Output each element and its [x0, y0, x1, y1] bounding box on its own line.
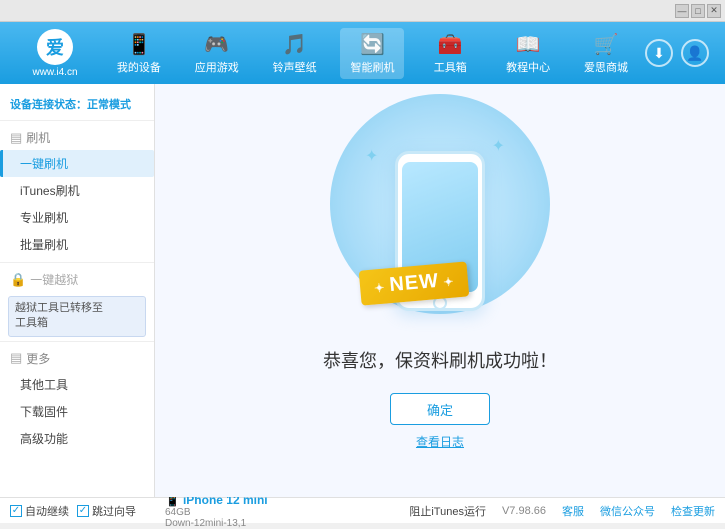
tutorial-icon: 📖: [516, 32, 541, 57]
bottom-left: ✓ 自动继续 ✓ 跳过向导: [10, 503, 165, 519]
sidebar-item-pro[interactable]: 专业刷机: [0, 204, 154, 231]
itunes-label: iTunes刷机: [20, 184, 80, 198]
onekey-label: 一键刷机: [20, 157, 68, 171]
ringtone-label: 铃声壁纸: [273, 59, 317, 75]
itunes-status: 阻止iTunes运行: [409, 503, 486, 519]
nav-right: ⬇ 👤: [645, 39, 709, 67]
device-info: 📱 iPhone 12 mini 64GB Down-12mini-13,1: [165, 493, 320, 529]
phone-illustration: ✦ ✦ ✦ NEW: [350, 131, 530, 331]
top-nav: 爱 www.i4.cn 📱 我的设备 🎮 应用游戏 🎵 铃声壁纸 🔄 智能刷机 …: [0, 22, 725, 84]
status-value: 正常模式: [87, 99, 131, 111]
logo-text: www.i4.cn: [32, 67, 77, 78]
jailbreak-section-title: 🔒 一键越狱: [0, 267, 154, 292]
advanced-label: 高级功能: [20, 432, 68, 446]
checkbox-auto[interactable]: ✓ 自动继续: [10, 503, 69, 519]
sidebar-item-itunes[interactable]: iTunes刷机: [0, 177, 154, 204]
checkbox-skip[interactable]: ✓ 跳过向导: [77, 503, 136, 519]
main-area: 设备连接状态：正常模式 ▤ 刷机 一键刷机 iTunes刷机 专业刷机 批量刷机…: [0, 84, 725, 497]
nav-tools[interactable]: 🧰 工具箱: [418, 28, 482, 79]
sidebar-item-batch[interactable]: 批量刷机: [0, 231, 154, 258]
nav-ringtone[interactable]: 🎵 铃声壁纸: [263, 28, 327, 79]
sidebar-item-firmware[interactable]: 下载固件: [0, 398, 154, 425]
shop-icon: 🛒: [594, 32, 619, 57]
flash-section-title: ▤ 刷机: [0, 125, 154, 150]
nav-flash[interactable]: 🔄 智能刷机: [340, 28, 404, 79]
other-label: 其他工具: [20, 378, 68, 392]
nav-apps[interactable]: 🎮 应用游戏: [185, 28, 249, 79]
sidebar-item-other[interactable]: 其他工具: [0, 371, 154, 398]
success-text: 恭喜您，保资料刷机成功啦！: [323, 347, 557, 373]
wechat-link[interactable]: 微信公众号: [600, 503, 655, 519]
sidebar-divider-2: [0, 341, 154, 342]
checkbox-auto-box: ✓: [10, 505, 22, 517]
minimize-btn[interactable]: —: [675, 4, 689, 18]
bottom-status: 阻止iTunes运行 V7.98.66 客服 微信公众号 检查更新: [320, 503, 715, 519]
apps-label: 应用游戏: [195, 59, 239, 75]
sparkle-tl: ✦: [365, 146, 378, 166]
checkbox-auto-label: 自动继续: [25, 503, 69, 519]
nav-items: 📱 我的设备 🎮 应用游戏 🎵 铃声壁纸 🔄 智能刷机 🧰 工具箱 📖 教程中心…: [100, 28, 645, 79]
flash-section-label: 刷机: [26, 129, 50, 146]
close-btn[interactable]: ✕: [707, 4, 721, 18]
pro-label: 专业刷机: [20, 211, 68, 225]
support-link[interactable]: 客服: [562, 503, 584, 519]
status-label: 设备连接状态：: [10, 99, 87, 111]
confirm-button[interactable]: 确定: [390, 393, 490, 425]
logo-area: 爱 www.i4.cn: [10, 29, 100, 78]
checkbox-skip-label: 跳过向导: [92, 503, 136, 519]
jailbreak-section-label: 一键越狱: [30, 271, 78, 288]
flash-label: 智能刷机: [350, 59, 394, 75]
content-area: ✦ ✦ ✦ NEW 恭喜您，保资料刷机成功啦！ 确定 查看日志: [155, 84, 725, 497]
title-bar: — □ ✕: [0, 0, 725, 22]
sidebar-notice: 越狱工具已转移至工具箱: [8, 296, 146, 337]
maximize-btn[interactable]: □: [691, 4, 705, 18]
sidebar-item-onekey[interactable]: 一键刷机: [0, 150, 154, 177]
sidebar-divider-1: [0, 262, 154, 263]
user-btn[interactable]: 👤: [681, 39, 709, 67]
version-text: V7.98.66: [502, 505, 546, 517]
checkbox-skip-box: ✓: [77, 505, 89, 517]
bottom-bar: ✓ 自动继续 ✓ 跳过向导 📱 iPhone 12 mini 64GB Down…: [0, 497, 725, 523]
tools-label: 工具箱: [434, 59, 467, 75]
nav-tutorial[interactable]: 📖 教程中心: [496, 28, 560, 79]
batch-label: 批量刷机: [20, 238, 68, 252]
apps-icon: 🎮: [204, 32, 229, 57]
more-section-label: 更多: [26, 350, 50, 367]
download-btn[interactable]: ⬇: [645, 39, 673, 67]
flash-section-icon: ▤: [10, 130, 22, 146]
sparkle-tr: ✦: [492, 136, 505, 156]
itunes-label: 阻止iTunes运行: [409, 503, 486, 519]
sidebar-item-advanced[interactable]: 高级功能: [0, 425, 154, 452]
flash-icon: 🔄: [360, 32, 385, 57]
more-section-title: ▤ 更多: [0, 346, 154, 371]
nav-mydevice[interactable]: 📱 我的设备: [107, 28, 171, 79]
device-status: 设备连接状态：正常模式: [0, 92, 154, 121]
shop-label: 爱思商城: [584, 59, 628, 75]
tutorial-label: 教程中心: [506, 59, 550, 75]
mydevice-icon: 📱: [126, 32, 151, 57]
device-model: Down-12mini-13,1: [165, 518, 320, 529]
lock-icon: 🔒: [10, 272, 26, 288]
firmware-label: 下载固件: [20, 405, 68, 419]
repair-link[interactable]: 查看日志: [416, 433, 464, 450]
ringtone-icon: 🎵: [282, 32, 307, 57]
logo-icon: 爱: [37, 29, 73, 65]
more-section-icon: ▤: [10, 350, 22, 366]
nav-shop[interactable]: 🛒 爱思商城: [574, 28, 638, 79]
device-capacity: 64GB: [165, 507, 320, 518]
notice-text: 越狱工具已转移至工具箱: [15, 302, 103, 329]
update-link[interactable]: 检查更新: [671, 503, 715, 519]
sidebar: 设备连接状态：正常模式 ▤ 刷机 一键刷机 iTunes刷机 专业刷机 批量刷机…: [0, 84, 155, 497]
tools-icon: 🧰: [438, 32, 463, 57]
mydevice-label: 我的设备: [117, 59, 161, 75]
